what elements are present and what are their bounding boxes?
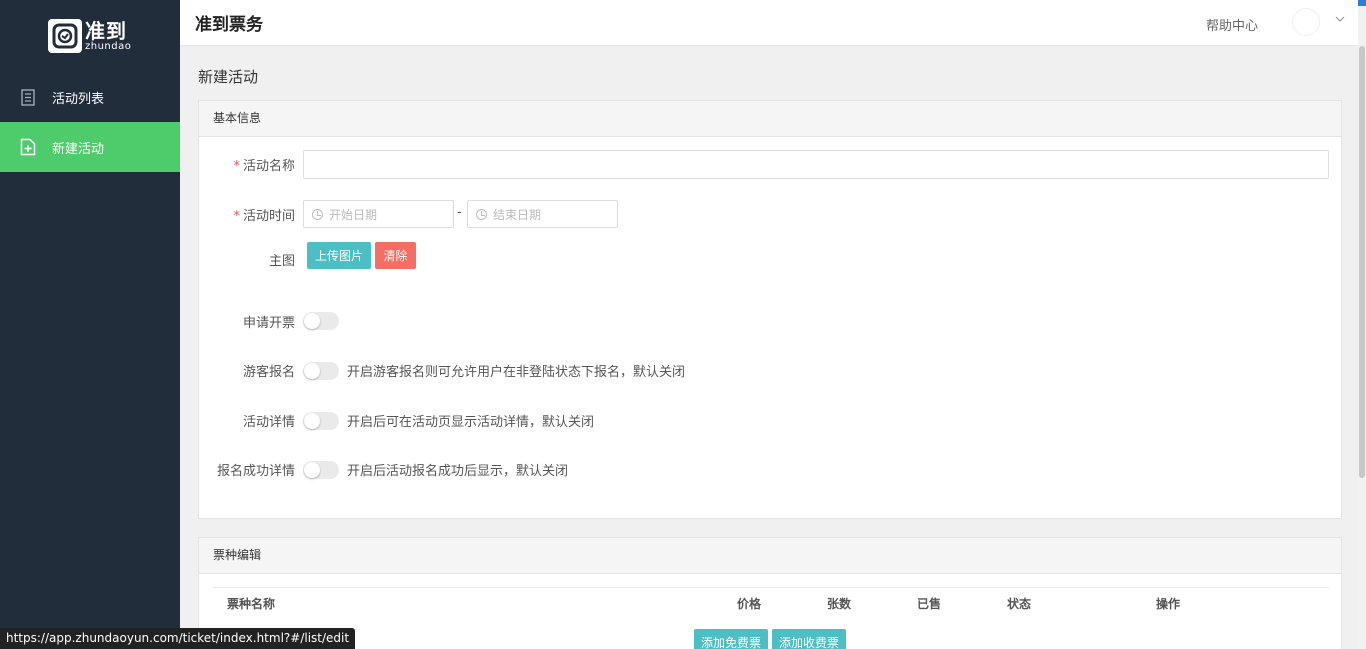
activity-detail-hint: 开启后可在活动页显示活动详情，默认关闭 xyxy=(347,415,595,430)
sidebar: 准到 zhundao 活动列表 新建活动 xyxy=(0,0,180,649)
column-header-status: 状态 xyxy=(1007,597,1032,611)
app-title: 准到票务 xyxy=(195,15,263,35)
main-content: 新建活动 基本信息 * 活动名称 * 活动时间 开始日期 - 结束日期 主图 上传图… xyxy=(180,46,1358,649)
sidebar-item-activity-list[interactable]: 活动列表 xyxy=(0,72,180,122)
logo-text-cn: 准到 xyxy=(85,18,127,43)
success-detail-label: 报名成功详情 xyxy=(216,464,295,479)
page-title: 新建活动 xyxy=(198,68,259,86)
panel-heading: 基本信息 xyxy=(199,101,1341,137)
logo-text-en: zhundao xyxy=(85,40,132,52)
main-image-label: 主图 xyxy=(268,254,295,269)
guest-signup-toggle[interactable] xyxy=(303,362,339,380)
panel-heading: 票种编辑 xyxy=(199,538,1341,574)
guest-signup-hint: 开启游客报名则可允许用户在非登陆状态下报名，默认关闭 xyxy=(347,365,686,380)
add-paid-ticket-button[interactable]: 添加收费票 xyxy=(772,629,846,649)
clock-icon xyxy=(476,208,487,220)
activity-detail-label: 活动详情 xyxy=(242,415,295,430)
sidebar-item-new-activity[interactable]: 新建活动 xyxy=(0,122,180,172)
clock-icon xyxy=(312,208,323,220)
date-range-separator: - xyxy=(457,205,462,220)
clear-image-button[interactable]: 清除 xyxy=(375,242,416,269)
guest-signup-label: 游客报名 xyxy=(242,365,295,380)
invoice-label: 申请开票 xyxy=(242,316,295,331)
column-header-actions: 操作 xyxy=(1156,597,1181,611)
add-free-ticket-button[interactable]: 添加免费票 xyxy=(694,629,768,649)
column-header-price: 价格 xyxy=(737,597,762,611)
start-date-input[interactable]: 开始日期 xyxy=(303,200,454,228)
end-date-input[interactable]: 结束日期 xyxy=(467,200,618,228)
chevron-down-icon[interactable] xyxy=(1335,12,1345,26)
basic-info-panel: 基本信息 * 活动名称 * 活动时间 开始日期 - 结束日期 主图 上传图片 清除 … xyxy=(198,100,1342,519)
success-detail-toggle[interactable] xyxy=(303,461,339,479)
activity-time-label: * 活动时间 xyxy=(233,209,295,224)
column-header-ticket-name: 票种名称 xyxy=(227,597,276,611)
invoice-toggle[interactable] xyxy=(303,312,339,330)
document-icon xyxy=(20,88,36,106)
top-header: 准到票务 帮助中心 xyxy=(180,0,1358,46)
end-date-placeholder: 结束日期 xyxy=(493,207,542,222)
add-file-icon xyxy=(20,138,36,156)
page-scrollbar[interactable] xyxy=(1358,0,1366,649)
link-preview-url: https://app.zhundaoyun.com/ticket/index.… xyxy=(0,628,356,649)
logo[interactable]: 准到 zhundao xyxy=(0,0,180,72)
help-center-link[interactable]: 帮助中心 xyxy=(1206,15,1258,34)
avatar[interactable] xyxy=(1292,8,1320,36)
column-header-quantity: 张数 xyxy=(827,597,852,611)
ticket-edit-panel: 票种编辑 票种名称 价格 张数 已售 状态 操作 添加免费票 添加收费票 xyxy=(198,537,1342,649)
upload-image-button[interactable]: 上传图片 xyxy=(307,242,371,269)
activity-name-input[interactable] xyxy=(303,150,1329,179)
activity-name-label: * 活动名称 xyxy=(233,159,295,174)
table-divider xyxy=(213,587,1329,588)
scrollbar-thumb[interactable] xyxy=(1359,46,1365,478)
success-detail-hint: 开启后活动报名成功后显示，默认关闭 xyxy=(347,464,569,479)
sidebar-item-label: 活动列表 xyxy=(52,91,105,107)
column-header-sold: 已售 xyxy=(917,597,942,611)
start-date-placeholder: 开始日期 xyxy=(329,207,378,222)
sidebar-item-label: 新建活动 xyxy=(52,141,105,157)
logo-mark-icon xyxy=(48,19,82,53)
activity-detail-toggle[interactable] xyxy=(303,412,339,430)
